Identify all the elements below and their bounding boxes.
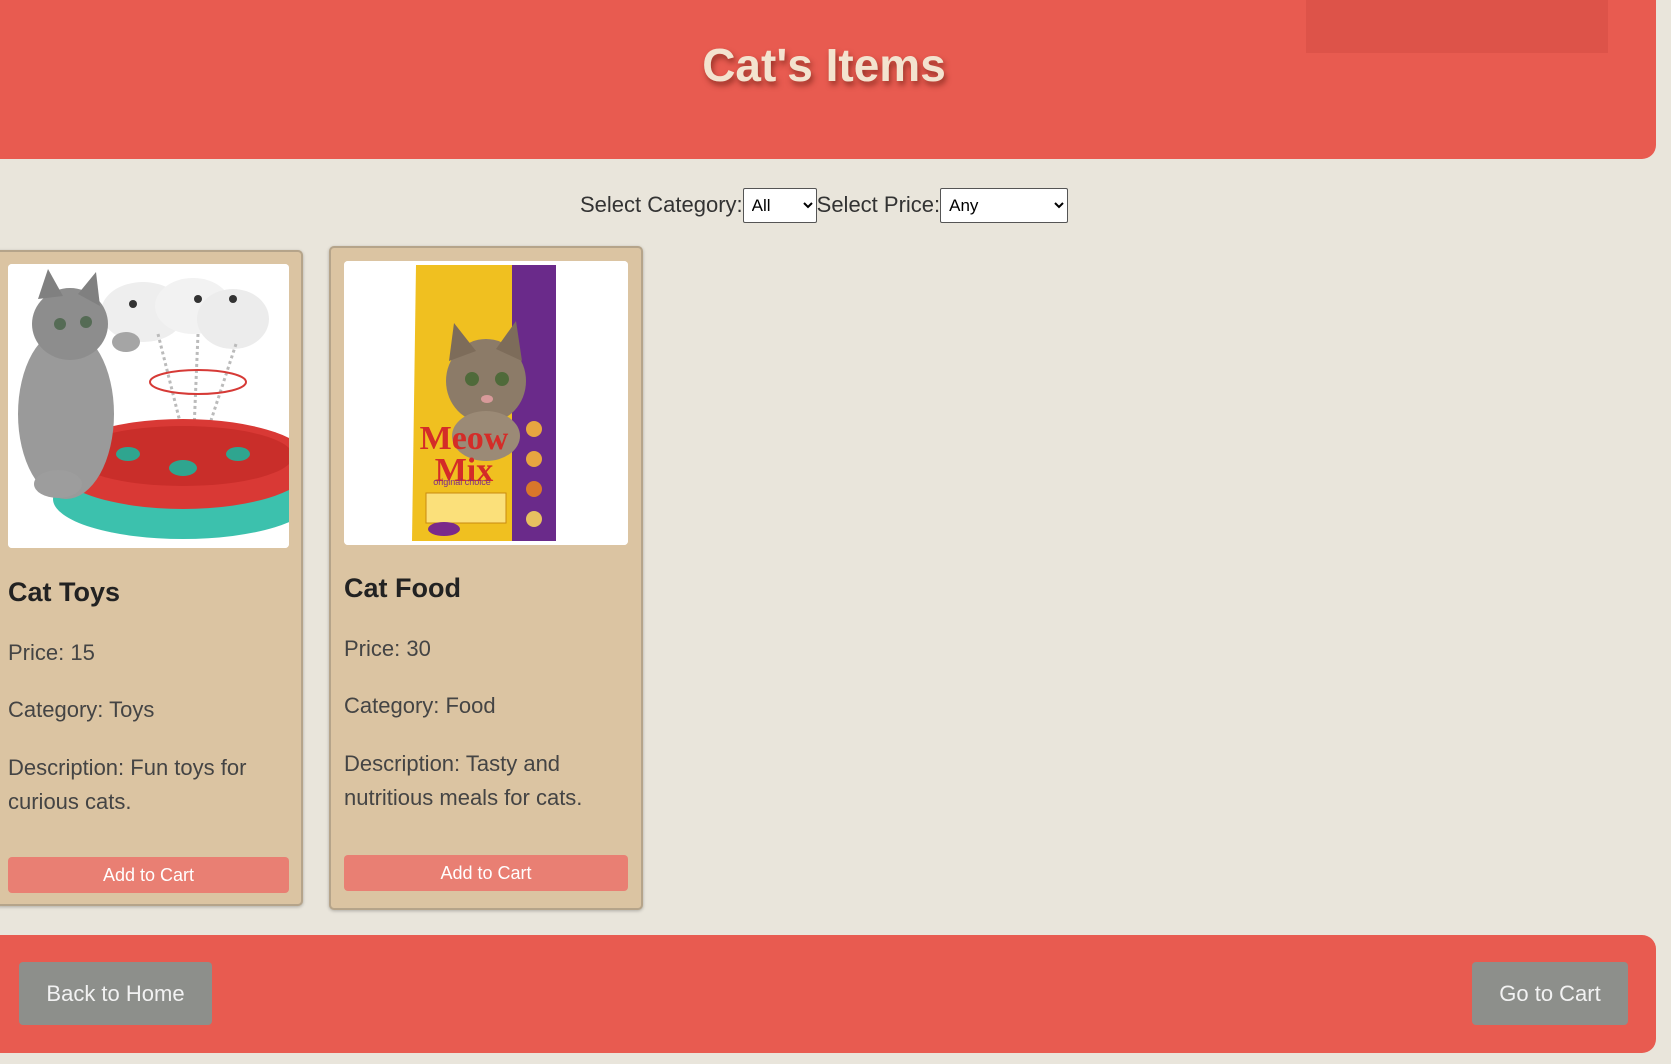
- category-label: Select Category:: [580, 192, 743, 217]
- page-header: Cat's Items: [0, 0, 1656, 159]
- category-select[interactable]: All: [742, 187, 817, 223]
- add-to-cart-button[interactable]: Add to Cart: [344, 855, 628, 891]
- filter-bar: Select Category: All Select Price: Any: [580, 187, 1069, 223]
- product-card-cat-food: Meow Mix original choice Cat Food Price:…: [329, 246, 643, 910]
- price-select[interactable]: Any: [940, 187, 1069, 223]
- cat-food-bag-image: Meow Mix original choice: [344, 261, 628, 545]
- product-name: Cat Food: [344, 573, 461, 603]
- product-description: Description: Tasty and nutritious meals …: [344, 751, 583, 810]
- page-title: Cat's Items: [702, 39, 946, 91]
- cat-toy-illustration: [8, 264, 289, 548]
- product-category: Category: Toys: [8, 697, 155, 722]
- page-footer: Back to Home Go to Cart: [0, 935, 1656, 1053]
- go-to-cart-button[interactable]: Go to Cart: [1472, 962, 1628, 1025]
- product-price: Price: 15: [8, 640, 95, 665]
- cat-toy-image: [8, 264, 289, 548]
- back-to-home-button[interactable]: Back to Home: [19, 962, 212, 1025]
- add-to-cart-button[interactable]: Add to Cart: [8, 857, 289, 893]
- cat-food-illustration: Meow Mix original choice: [344, 261, 628, 545]
- product-category: Category: Food: [344, 693, 496, 718]
- product-description: Description: Fun toys for curious cats.: [8, 755, 247, 814]
- product-price: Price: 30: [344, 636, 431, 661]
- product-name: Cat Toys: [8, 577, 121, 607]
- price-label: Select Price:: [816, 192, 941, 217]
- bag-tagline: original choice: [433, 477, 491, 487]
- product-card-cat-toys: Cat Toys Price: 15 Category: Toys Descri…: [0, 250, 303, 906]
